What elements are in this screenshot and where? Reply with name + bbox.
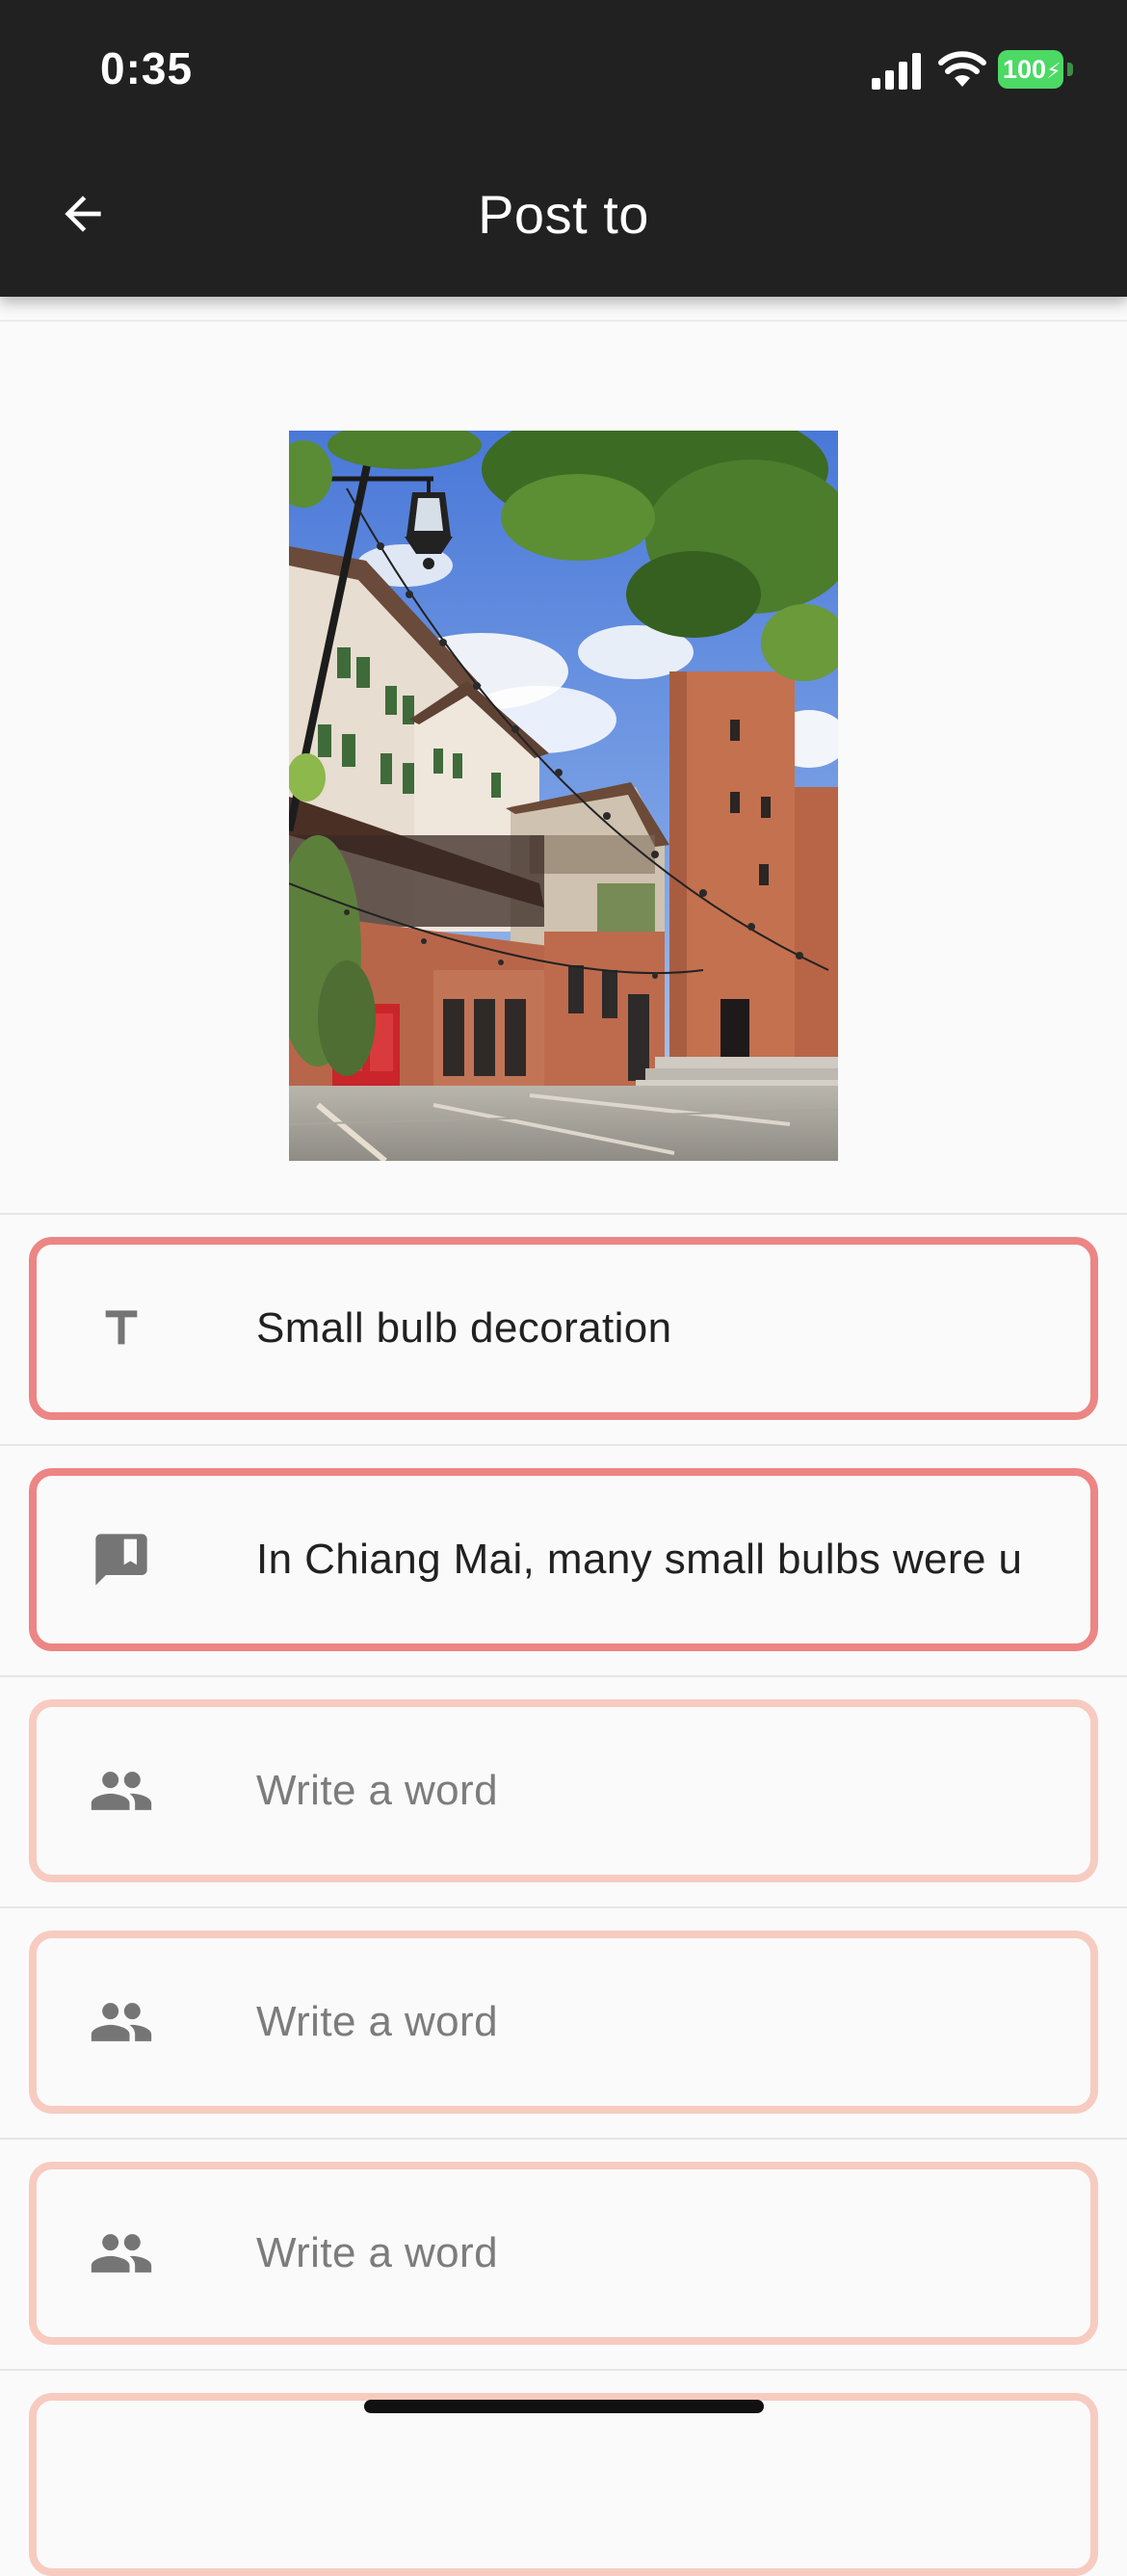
photo-image (289, 431, 838, 1161)
tag-input-1[interactable]: Write a word (29, 1699, 1098, 1882)
divider (0, 2138, 1127, 2140)
title-input-value: Small bulb decoration (256, 1304, 672, 1352)
divider (0, 1213, 1127, 1215)
people-icon (87, 1987, 156, 2057)
divider (0, 1906, 1127, 1908)
tag-input-4[interactable] (29, 2393, 1098, 2576)
post-photo[interactable] (289, 431, 838, 1161)
tag-input-1-placeholder: Write a word (256, 1767, 498, 1814)
description-input-value: In Chiang Mai, many small bulbs were u (256, 1536, 1023, 1583)
battery-level: 100⚡ (998, 50, 1063, 89)
battery-icon: 100⚡ (998, 50, 1077, 89)
description-input[interactable]: In Chiang Mai, many small bulbs were u (29, 1468, 1098, 1651)
home-indicator[interactable] (364, 2400, 764, 2413)
wifi-icon (938, 51, 986, 87)
divider (0, 320, 1127, 322)
people-icon (87, 2219, 156, 2288)
divider (0, 2369, 1127, 2371)
people-icon (87, 1756, 156, 1826)
text-t-icon (87, 1294, 156, 1363)
app-header: 0:35 100⚡ Post to (0, 0, 1127, 297)
divider (0, 1675, 1127, 1677)
status-time: 0:35 (100, 43, 194, 93)
tag-input-3-placeholder: Write a word (256, 2229, 498, 2276)
signal-icon (872, 53, 921, 90)
page-title: Post to (478, 184, 649, 245)
comment-bookmark-icon (87, 1525, 156, 1594)
tag-input-2[interactable]: Write a word (29, 1931, 1098, 2114)
tag-input-3[interactable]: Write a word (29, 2162, 1098, 2345)
divider (0, 1444, 1127, 1446)
tag-input-2-placeholder: Write a word (256, 1998, 498, 2045)
title-input[interactable]: Small bulb decoration (29, 1237, 1098, 1420)
